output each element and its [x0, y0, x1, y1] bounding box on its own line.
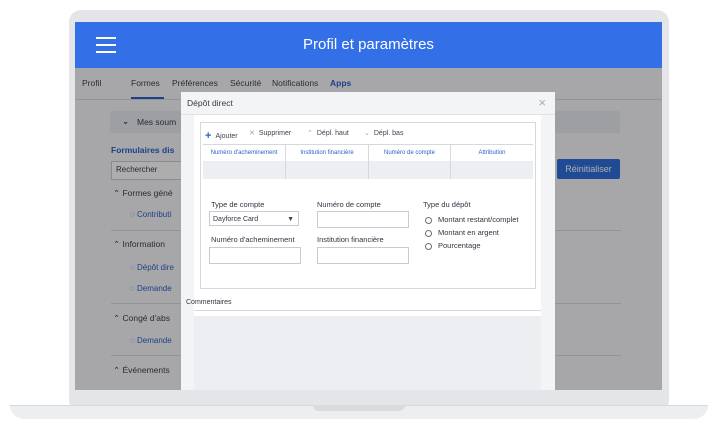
- comments-label: Commentaires: [186, 299, 232, 306]
- routing-number-label: Numéro d'acheminement: [211, 235, 295, 244]
- radio-circle-icon: [425, 229, 432, 237]
- app-screen: Profil et paramètres Profil Formes Préfé…: [75, 22, 662, 390]
- radio-circle-icon: [425, 216, 432, 224]
- grid-header-cell[interactable]: Numéro de compte: [369, 145, 451, 161]
- delete-label: Supprimer: [258, 130, 292, 137]
- radio-remaining-amount[interactable]: Montant restant/complet: [425, 215, 518, 224]
- direct-deposit-dialog: Dépôt direct × + Ajouter ✕ Supprimer ⌃ Dépl…: [181, 92, 555, 390]
- routing-number-field[interactable]: [209, 247, 301, 264]
- grid-cell-divider: [368, 161, 369, 179]
- delete-button[interactable]: ✕ Supprimer: [249, 129, 291, 137]
- table-row[interactable]: [203, 161, 533, 179]
- close-icon[interactable]: ×: [538, 95, 546, 110]
- comments-textarea[interactable]: [194, 316, 541, 390]
- institution-field[interactable]: [317, 247, 409, 264]
- chevron-up-icon: ⌃: [307, 130, 313, 137]
- radio-cash-amount[interactable]: Montant en argent: [425, 228, 499, 237]
- radio-percentage[interactable]: Pourcentage: [425, 241, 481, 250]
- account-number-label: Numéro de compte: [317, 200, 381, 209]
- chevron-down-icon: ⌄: [364, 130, 370, 137]
- grid-header-cell[interactable]: Attribution: [451, 145, 533, 161]
- close-x-icon: ✕: [249, 130, 255, 137]
- radio-label: Pourcentage: [438, 241, 481, 250]
- grid-cell-divider: [450, 161, 451, 179]
- radio-label: Montant en argent: [438, 228, 499, 237]
- deposit-panel: + Ajouter ✕ Supprimer ⌃ Dépl. haut ⌄ Dépl. b…: [200, 122, 536, 289]
- grid-header: Numéro d'acheminement Institution financ…: [203, 144, 533, 162]
- grid-cell-divider: [285, 161, 286, 179]
- account-type-label: Type de compte: [211, 200, 265, 209]
- grid-header-cell[interactable]: Numéro d'acheminement: [203, 145, 286, 161]
- dialog-title: Dépôt direct: [187, 98, 233, 108]
- move-up-label: Dépl. haut: [316, 130, 349, 137]
- accounts-grid: Numéro d'acheminement Institution financ…: [203, 144, 533, 182]
- plus-icon: +: [205, 130, 212, 142]
- move-down-button[interactable]: ⌄ Dépl. bas: [364, 129, 403, 137]
- dialog-header: Dépôt direct ×: [181, 92, 555, 115]
- dialog-scrollbar[interactable]: [541, 115, 555, 390]
- account-type-select[interactable]: Dayforce Card ▼: [209, 211, 299, 226]
- institution-label: Institution financière: [317, 235, 384, 244]
- dialog-side-strip: [181, 115, 194, 390]
- account-number-field[interactable]: [317, 211, 409, 228]
- page-title: Profil et paramètres: [303, 36, 434, 53]
- move-down-label: Dépl. bas: [373, 130, 404, 137]
- radio-label: Montant restant/complet: [438, 215, 519, 224]
- grid-header-cell[interactable]: Institution financière: [286, 145, 369, 161]
- add-button[interactable]: + Ajouter: [205, 129, 238, 142]
- top-bar: Profil et paramètres: [75, 22, 662, 68]
- comments-divider: [194, 310, 541, 311]
- move-up-button[interactable]: ⌃ Dépl. haut: [307, 129, 349, 137]
- account-type-value: Dayforce Card: [213, 216, 259, 223]
- laptop-notch: [313, 405, 405, 411]
- radio-circle-icon: [425, 242, 432, 250]
- dropdown-caret-icon: ▼: [287, 216, 294, 223]
- add-label: Ajouter: [215, 133, 238, 140]
- deposit-type-label: Type du dépôt: [423, 200, 471, 209]
